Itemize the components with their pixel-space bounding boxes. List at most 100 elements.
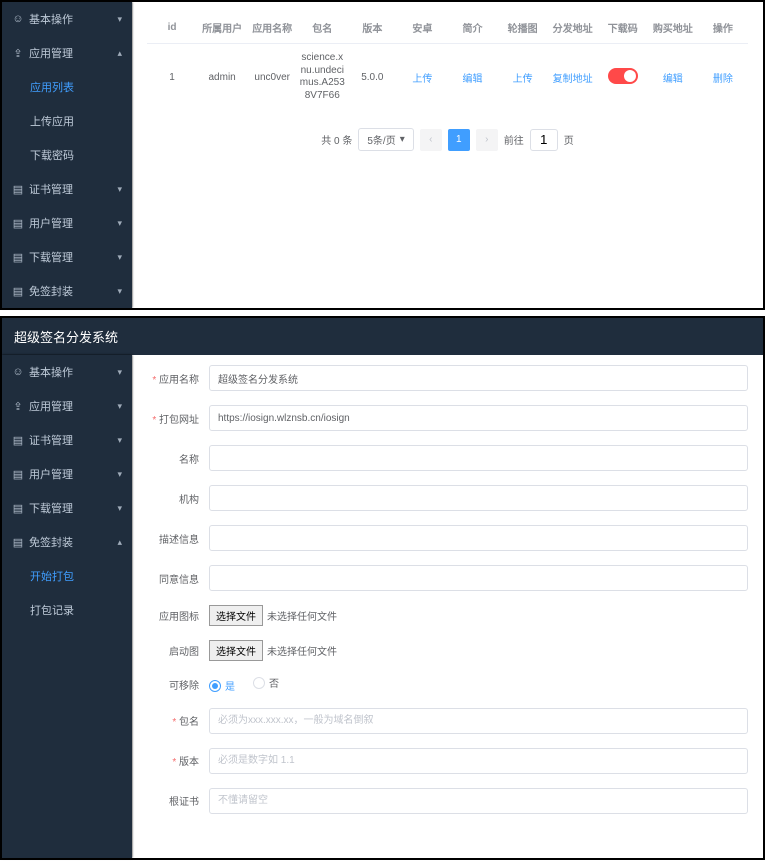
form-row-icon: 应用图标选择文件未选择任何文件 [147, 605, 748, 626]
total-text: 共 0 条 [321, 132, 352, 147]
cell-app: unc0ver [247, 44, 297, 111]
chevron-icon: ▾ [117, 469, 122, 480]
user-icon: ☺ [12, 13, 24, 25]
cell-intro-edit[interactable]: 编辑 [447, 44, 497, 111]
sidebar-item-开始打包[interactable]: 开始打包 [2, 559, 132, 593]
form-row-version: 版本 [147, 748, 748, 774]
sidebar-group-免签封装[interactable]: ▤免签封装▴ [2, 525, 132, 559]
file-text-icon: 未选择任何文件 [267, 612, 337, 623]
sidebar-item-打包记录[interactable]: 打包记录 [2, 593, 132, 627]
sidebar-item-应用列表[interactable]: 应用列表 [2, 70, 132, 104]
form-row-bundle: 包名 [147, 708, 748, 734]
chevron-icon: ▴ [117, 48, 122, 59]
label-pack_url: 打包网址 [147, 411, 209, 426]
sidebar-group-label: 免签封装 [29, 534, 117, 550]
doc-icon: ▤ [12, 251, 24, 264]
label-consent: 同意信息 [147, 571, 209, 586]
chevron-icon: ▾ [117, 286, 122, 297]
page-1-button[interactable]: 1 [448, 129, 470, 151]
form-row-splash: 启动图选择文件未选择任何文件 [147, 640, 748, 661]
sidebar-group-基本操作[interactable]: ☺基本操作▾ [2, 355, 132, 389]
col-版本: 版本 [347, 12, 397, 44]
cell-id: 1 [147, 44, 197, 111]
sidebar-group-label: 基本操作 [29, 364, 117, 380]
sidebar-group-免签封装[interactable]: ▤免签封装▾ [2, 274, 132, 308]
form-row-consent: 同意信息 [147, 565, 748, 591]
sidebar-group-label: 证书管理 [29, 432, 117, 448]
input-consent[interactable] [209, 565, 748, 591]
prev-page-button[interactable]: ‹ [420, 129, 442, 151]
sidebar-item-下载密码[interactable]: 下载密码 [2, 138, 132, 172]
sidebar-item-上传应用[interactable]: 上传应用 [2, 104, 132, 138]
sidebar-group-应用管理[interactable]: ⇪ 应用管理▴ [2, 36, 132, 70]
file-btn-splash[interactable]: 选择文件 [209, 640, 263, 661]
page-size-select[interactable]: 5条/页 ▾ [358, 128, 413, 151]
label-name: 名称 [147, 451, 209, 466]
sidebar-group-证书管理[interactable]: ▤证书管理▾ [2, 423, 132, 457]
cell-buy-edit[interactable]: 编辑 [648, 44, 698, 111]
cell-ver: 5.0.0 [347, 44, 397, 111]
chevron-icon: ▾ [117, 184, 122, 195]
label-version: 版本 [147, 753, 209, 768]
input-org[interactable] [209, 485, 748, 511]
sidebar-group-label: 下载管理 [29, 500, 117, 516]
cell-delete[interactable]: 删除 [698, 44, 748, 111]
sidebar-group-下载管理[interactable]: ▤下载管理▾ [2, 491, 132, 525]
sidebar-group-用户管理[interactable]: ▤用户管理▾ [2, 206, 132, 240]
input-cert[interactable] [209, 788, 748, 814]
label-desc: 描述信息 [147, 531, 209, 546]
input-version[interactable] [209, 748, 748, 774]
panel-package-form: ☺基本操作▾⇪应用管理▾▤证书管理▾▤用户管理▾▤下载管理▾▤免签封装▴开始打包… [0, 355, 765, 860]
sidebar-group-label: 应用管理 [29, 398, 117, 414]
sidebar-group-label: 应用管理 [29, 45, 117, 61]
label-icon: 应用图标 [147, 608, 209, 623]
sidebar: ☺基本操作▾⇪应用管理▾▤证书管理▾▤用户管理▾▤下载管理▾▤免签封装▴开始打包… [2, 355, 132, 858]
radio-removable-yes[interactable]: 是 [209, 678, 235, 693]
goto-page-input[interactable] [530, 129, 558, 151]
chevron-icon: ▾ [117, 218, 122, 229]
input-app_name[interactable] [209, 365, 748, 391]
chevron-icon: ▾ [117, 252, 122, 263]
sidebar-group-用户管理[interactable]: ▤用户管理▾ [2, 457, 132, 491]
table-row: 1adminunc0verscience.xnu.undecimus.A2538… [147, 44, 748, 111]
radio-removable-no[interactable]: 否 [253, 675, 279, 690]
sidebar-group-下载管理[interactable]: ▤ 下载管理▾ [2, 240, 132, 274]
sidebar-group-基本操作[interactable]: ☺基本操作▾ [2, 2, 132, 36]
cell-android-upload[interactable]: 上传 [397, 44, 447, 111]
page-unit: 页 [564, 132, 574, 147]
col-分发地址: 分发地址 [548, 12, 598, 44]
next-page-button[interactable]: › [476, 129, 498, 151]
form-row-pack_url: 打包网址 [147, 405, 748, 431]
upload-icon: ⇪ [12, 47, 24, 60]
label-splash: 启动图 [147, 643, 209, 658]
col-应用名称: 应用名称 [247, 12, 297, 44]
file-btn-icon[interactable]: 选择文件 [209, 605, 263, 626]
doc-icon: ▤ [12, 536, 24, 549]
doc-icon: ▤ [12, 285, 24, 298]
system-title: 超级签名分发系统 [0, 316, 765, 355]
goto-label: 前往 [504, 132, 524, 147]
sidebar-group-label: 下载管理 [29, 249, 117, 265]
cell-user: admin [197, 44, 247, 111]
label-bundle: 包名 [147, 713, 209, 728]
sidebar-group-label: 证书管理 [29, 181, 117, 197]
input-name[interactable] [209, 445, 748, 471]
col-安卓: 安卓 [397, 12, 447, 44]
main-content: id所属用户应用名称包名版本安卓简介轮播图分发地址下载码购买地址操作 1admi… [132, 2, 763, 308]
chevron-down-icon: ▾ [400, 134, 405, 145]
panel-app-list: ☺基本操作▾⇪应用管理▴应用列表上传应用下载密码▤证书管理▾▤用户管理▾▤下载管… [0, 0, 765, 310]
table-header-row: id所属用户应用名称包名版本安卓简介轮播图分发地址下载码购买地址操作 [147, 12, 748, 44]
cell-dist-copy[interactable]: 复制地址 [548, 44, 598, 111]
col-id: id [147, 12, 197, 44]
sidebar-group-应用管理[interactable]: ⇪应用管理▾ [2, 389, 132, 423]
col-下载码: 下载码 [598, 12, 648, 44]
toggle-switch[interactable] [608, 68, 638, 84]
chevron-icon: ▾ [117, 503, 122, 514]
cell-carousel-upload[interactable]: 上传 [498, 44, 548, 111]
input-pack_url[interactable] [209, 405, 748, 431]
input-desc[interactable] [209, 525, 748, 551]
input-bundle[interactable] [209, 708, 748, 734]
upload-icon: ⇪ [12, 400, 24, 413]
sidebar-group-证书管理[interactable]: ▤证书管理▾ [2, 172, 132, 206]
cell-download-code-switch[interactable] [598, 44, 648, 111]
